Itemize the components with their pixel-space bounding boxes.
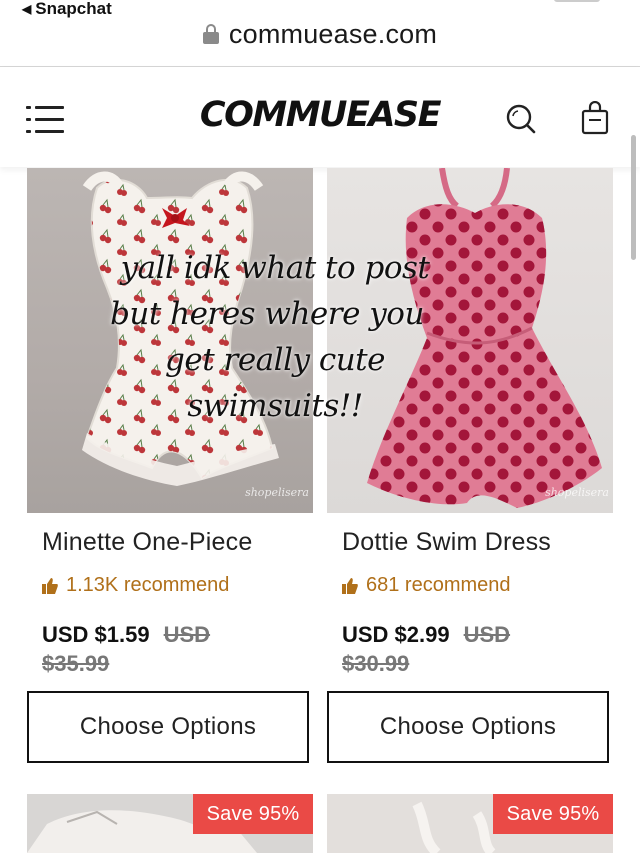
choose-options-button[interactable]: Choose Options	[27, 691, 309, 763]
sale-price: USD $1.59	[42, 622, 150, 647]
address-bar[interactable]: commuease.com	[0, 14, 640, 54]
shopping-bag-icon[interactable]	[580, 101, 610, 135]
price-row: USD $2.99 USD	[342, 622, 510, 648]
product-name[interactable]: Dottie Swim Dress	[342, 528, 551, 557]
original-price: $30.99	[342, 651, 410, 676]
image-watermark: shopelisera	[245, 486, 309, 499]
original-price: $35.99	[42, 651, 110, 676]
choose-options-button[interactable]: Choose Options	[327, 691, 609, 763]
product-name[interactable]: Minette One-Piece	[42, 528, 252, 557]
story-caption-line-2: but heres where you	[110, 296, 424, 332]
image-watermark: shopelisera	[545, 486, 609, 499]
recommend-count: 1.13K recommend	[42, 574, 229, 597]
story-caption-line-3: get really cute	[165, 342, 385, 378]
original-price-currency: USD	[163, 622, 211, 647]
sale-price: USD $2.99	[342, 622, 450, 647]
site-logo[interactable]: COMMUEASE	[0, 95, 640, 135]
discount-badge: Save 95%	[193, 794, 313, 834]
product-image-minette[interactable]: shopelisera	[27, 168, 313, 513]
recommend-label: 681 recommend	[366, 574, 511, 596]
recommend-label: 1.13K recommend	[66, 574, 230, 596]
status-indicator	[554, 0, 600, 2]
url-text: commuease.com	[228, 18, 438, 49]
lock-icon	[202, 24, 219, 44]
story-caption-line-1: yall idk what to post	[120, 250, 430, 286]
product-image-dottie[interactable]: shopelisera	[327, 168, 613, 513]
scrollbar[interactable]	[631, 135, 636, 260]
story-caption-line-4: swimsuits!!	[187, 388, 363, 424]
pink-polka-dot-dress-image	[367, 168, 602, 508]
search-icon[interactable]	[506, 104, 536, 134]
price-row: USD $1.59 USD	[42, 622, 210, 648]
white-cherry-swimsuit-image	[82, 171, 279, 486]
original-price-currency: USD	[463, 622, 511, 647]
thumbs-up-icon	[42, 577, 58, 594]
recommend-count: 681 recommend	[342, 574, 511, 597]
discount-badge: Save 95%	[493, 794, 613, 834]
site-header: COMMUEASE	[0, 67, 640, 167]
thumbs-up-icon	[342, 577, 358, 594]
